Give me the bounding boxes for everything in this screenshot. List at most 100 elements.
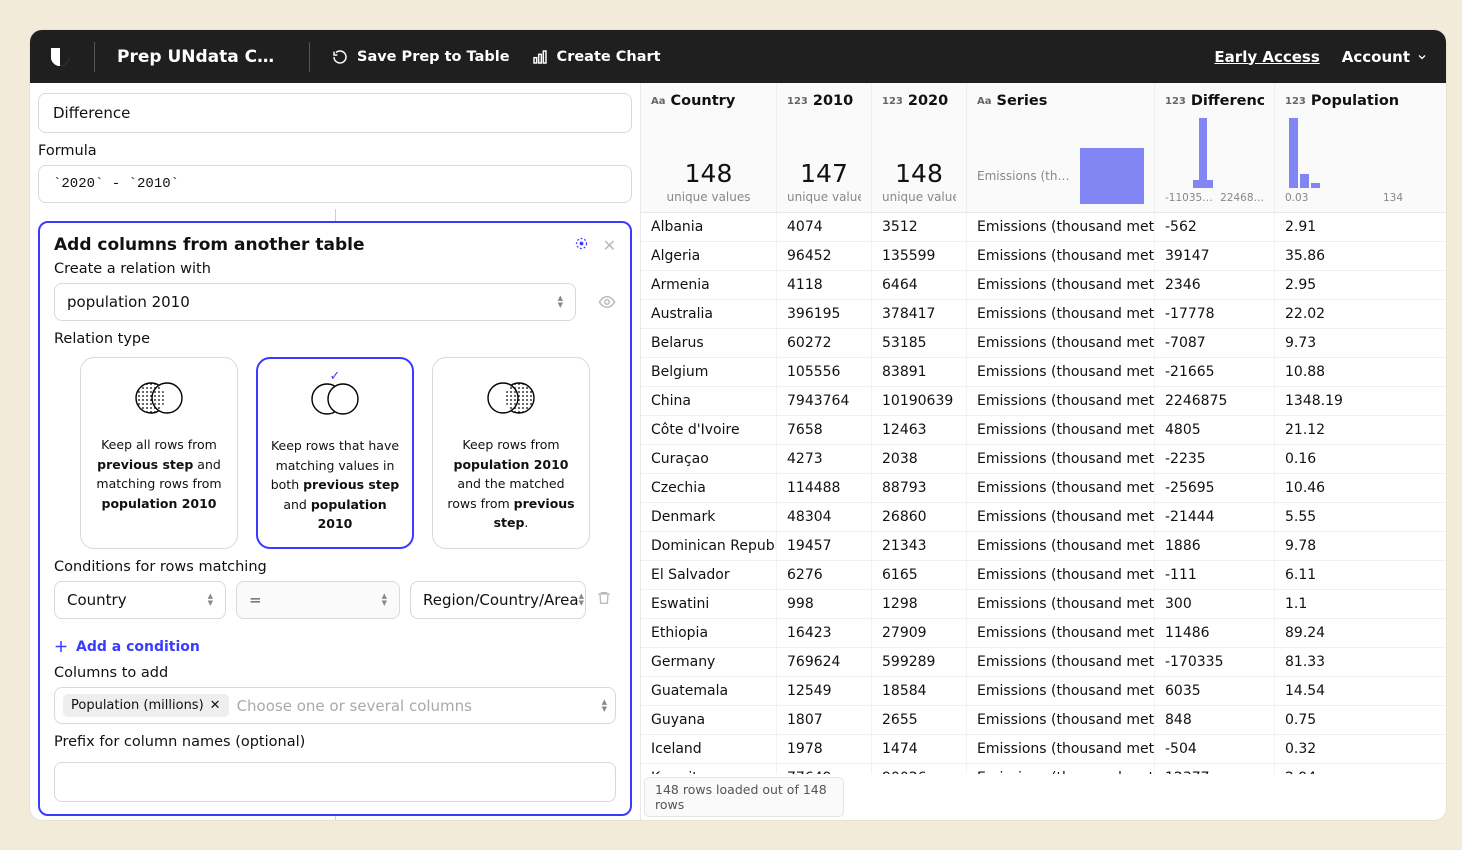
formula-label: Formula — [38, 143, 632, 159]
table-cell: 88793 — [872, 474, 967, 502]
check-icon: ✓ — [330, 367, 341, 387]
formula-input[interactable]: `2020` - `2010` — [38, 165, 632, 203]
table-cell: 396195 — [777, 300, 872, 328]
table-cell: 769624 — [777, 648, 872, 676]
table-row[interactable]: Côte d'Ivoire765812463Emissions (thousan… — [641, 416, 1446, 445]
table-row[interactable]: Germany769624599289Emissions (thousand m… — [641, 648, 1446, 677]
early-access-link[interactable]: Early Access — [1214, 48, 1319, 66]
account-menu[interactable]: Account — [1342, 48, 1428, 66]
table-cell: 300 — [1155, 590, 1275, 618]
table-row[interactable]: Australia396195378417Emissions (thousand… — [641, 300, 1446, 329]
table-cell: 48304 — [777, 503, 872, 531]
table-cell: 26860 — [872, 503, 967, 531]
table-row[interactable]: Guatemala1254918584Emissions (thousand m… — [641, 677, 1446, 706]
prefix-input[interactable] — [54, 762, 616, 802]
table-cell: Emissions (thousand metr… — [967, 416, 1155, 444]
table-cell: 9.78 — [1275, 532, 1413, 560]
condition-op-select[interactable]: =▲▼ — [236, 581, 400, 619]
table-row[interactable]: Belgium10555683891Emissions (thousand me… — [641, 358, 1446, 387]
table-cell: Emissions (thousand metr… — [967, 503, 1155, 531]
close-icon[interactable]: ✕ — [603, 236, 616, 255]
col-2020[interactable]: 1232020 148unique values — [872, 83, 967, 212]
table-cell: 135599 — [872, 242, 967, 270]
table-cell: 599289 — [872, 648, 967, 676]
table-cell: -25695 — [1155, 474, 1275, 502]
table-cell: 14.54 — [1275, 677, 1413, 705]
prefix-label: Prefix for column names (optional) — [54, 734, 616, 750]
table-cell: 21.12 — [1275, 416, 1413, 444]
add-condition-link[interactable]: ＋ Add a condition — [54, 637, 616, 657]
table-cell: Emissions (thousand metr… — [967, 532, 1155, 560]
table-row[interactable]: Algeria96452135599Emissions (thousand me… — [641, 242, 1446, 271]
table-row[interactable]: El Salvador62766165Emissions (thousand m… — [641, 561, 1446, 590]
table-cell: 1978 — [777, 735, 872, 763]
table-row[interactable]: Ethiopia1642327909Emissions (thousand me… — [641, 619, 1446, 648]
table-row[interactable]: Denmark4830426860Emissions (thousand met… — [641, 503, 1446, 532]
table-cell: 378417 — [872, 300, 967, 328]
table-cell: 2038 — [872, 445, 967, 473]
table-cell: -17778 — [1155, 300, 1275, 328]
column-chip[interactable]: Population (millions) ✕ — [63, 694, 229, 717]
table-cell: 18584 — [872, 677, 967, 705]
target-icon[interactable] — [574, 236, 589, 255]
table-row[interactable]: China794376410190639Emissions (thousand … — [641, 387, 1446, 416]
table-row[interactable]: Iceland19781474Emissions (thousand metr…… — [641, 735, 1446, 764]
create-chart-button[interactable]: Create Chart — [532, 49, 661, 65]
trash-icon[interactable] — [596, 590, 612, 610]
table-body[interactable]: Albania40743512Emissions (thousand metr…… — [641, 213, 1446, 774]
table-row[interactable]: Dominican Republic1945721343Emissions (t… — [641, 532, 1446, 561]
table-cell: -21444 — [1155, 503, 1275, 531]
table-cell: Belgium — [641, 358, 777, 386]
rows-status: 148 rows loaded out of 148 rows — [644, 777, 844, 817]
table-cell: 4273 — [777, 445, 872, 473]
add-columns-panel: Add columns from another table ✕ Create … — [38, 221, 632, 816]
columns-to-add-input[interactable]: Population (millions) ✕ Choose one or se… — [54, 687, 616, 724]
table-cell: Curaçao — [641, 445, 777, 473]
table-cell: 998 — [777, 590, 872, 618]
columns-to-add-label: Columns to add — [54, 665, 616, 681]
eye-icon[interactable] — [598, 293, 616, 311]
table-cell: Ethiopia — [641, 619, 777, 647]
topbar: Prep UNdata CO2 e… Save Prep to Table Cr… — [30, 30, 1446, 83]
col-difference[interactable]: 123Difference -11035…22468… — [1155, 83, 1275, 212]
table-row[interactable]: Albania40743512Emissions (thousand metr…… — [641, 213, 1446, 242]
col-population[interactable]: 123Population (millio 0.03134 — [1275, 83, 1413, 212]
table-cell: 2.95 — [1275, 271, 1413, 299]
condition-left-select[interactable]: Country▲▼ — [54, 581, 226, 619]
table-cell: Emissions (thousand metr… — [967, 764, 1155, 774]
relation-left-join[interactable]: Keep all rows from previous step and mat… — [80, 357, 238, 549]
plus-icon: ＋ — [54, 637, 68, 657]
table-cell: Eswatini — [641, 590, 777, 618]
save-prep-button[interactable]: Save Prep to Table — [332, 49, 510, 65]
table-cell: -21665 — [1155, 358, 1275, 386]
table-cell: 7943764 — [777, 387, 872, 415]
chip-remove-icon[interactable]: ✕ — [210, 698, 221, 713]
table-row[interactable]: Kuwait7764990026Emissions (thousand metr… — [641, 764, 1446, 774]
table-row[interactable]: Armenia41186464Emissions (thousand metr…… — [641, 271, 1446, 300]
document-title[interactable]: Prep UNdata CO2 e… — [117, 47, 287, 67]
table-row[interactable]: Guyana18072655Emissions (thousand metr…8… — [641, 706, 1446, 735]
columns-placeholder: Choose one or several columns — [237, 697, 594, 715]
table-row[interactable]: Curaçao42732038Emissions (thousand metr…… — [641, 445, 1446, 474]
table-row[interactable]: Eswatini9981298Emissions (thousand metr…… — [641, 590, 1446, 619]
table-cell: -7087 — [1155, 329, 1275, 357]
table-cell: Guatemala — [641, 677, 777, 705]
table-cell: -2235 — [1155, 445, 1275, 473]
col-series[interactable]: AaSeries Emissions (thous… — [967, 83, 1155, 212]
table-cell: Emissions (thousand metr… — [967, 300, 1155, 328]
table-row[interactable]: Czechia11448888793Emissions (thousand me… — [641, 474, 1446, 503]
col-2010[interactable]: 1232010 147unique values — [777, 83, 872, 212]
table-cell: 89.24 — [1275, 619, 1413, 647]
formula-name-card[interactable]: Difference — [38, 93, 632, 133]
table-cell: 2.91 — [1275, 213, 1413, 241]
condition-right-select[interactable]: Region/Country/Area▲▼ — [410, 581, 586, 619]
table-cell: 1.1 — [1275, 590, 1413, 618]
relation-right-join[interactable]: Keep rows from population 2010 and the m… — [432, 357, 590, 549]
relation-inner-join[interactable]: ✓ Keep rows that have matching values in… — [256, 357, 414, 549]
relation-table-select[interactable]: population 2010 ▲▼ — [54, 283, 576, 321]
table-cell: 0.32 — [1275, 735, 1413, 763]
table-row[interactable]: Belarus6027253185Emissions (thousand met… — [641, 329, 1446, 358]
table-cell: Albania — [641, 213, 777, 241]
table-cell: Czechia — [641, 474, 777, 502]
col-country[interactable]: AaCountry 148unique values — [641, 83, 777, 212]
